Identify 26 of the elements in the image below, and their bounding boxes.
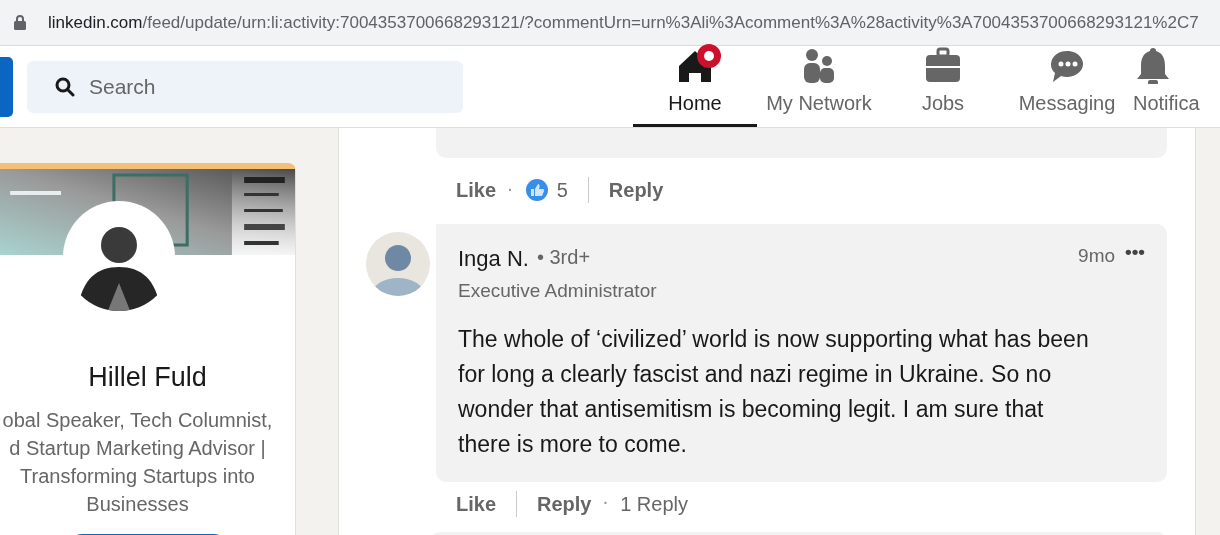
nav-tab[interactable]: Notifica — [1129, 46, 1206, 127]
comment-time: 9mo — [1078, 244, 1116, 268]
nav-tab[interactable]: My Network — [757, 46, 881, 127]
logo-icon[interactable] — [0, 56, 13, 117]
search-icon — [55, 76, 75, 97]
author-name[interactable]: Inga N. — [458, 242, 529, 275]
comment-text: The whole of ‘civilized’ world is now supporting what has been for long a clearly fascist and nazi regime in Ukraine. So no wonder that antisemitism is becoming legit. I am sure that there is more to come. — [458, 324, 1090, 459]
connection-degree: • 3rd+ — [536, 245, 591, 270]
avatar[interactable] — [63, 201, 175, 313]
reply-button[interactable]: Reply — [537, 488, 592, 519]
profile-headline: obal Speaker, Tech Columnist, d Startup Marketing Advisor | Transforming Startups into Businesses — [1, 407, 274, 517]
more-button[interactable]: ••• — [1115, 242, 1145, 261]
search-field[interactable]: Search — [27, 60, 463, 113]
like-button[interactable]: Like — [456, 175, 497, 205]
like-button[interactable]: Like — [456, 488, 497, 519]
lock-icon — [14, 15, 26, 30]
author-title: Executive Administrator — [458, 279, 658, 303]
nav-tab[interactable]: Messaging — [1005, 46, 1129, 127]
reaction-count[interactable]: 5 — [556, 175, 568, 205]
separator-dot: · — [508, 180, 513, 200]
reply-button[interactable]: Reply — [608, 175, 664, 205]
reply-count[interactable]: 1 Reply — [620, 488, 688, 519]
separator-dot: · — [603, 494, 609, 513]
profile-name[interactable]: Hillel Fuld — [0, 357, 295, 398]
thumbs-up-icon — [524, 178, 549, 202]
nav-tab[interactable]: Jobs — [881, 46, 1005, 127]
